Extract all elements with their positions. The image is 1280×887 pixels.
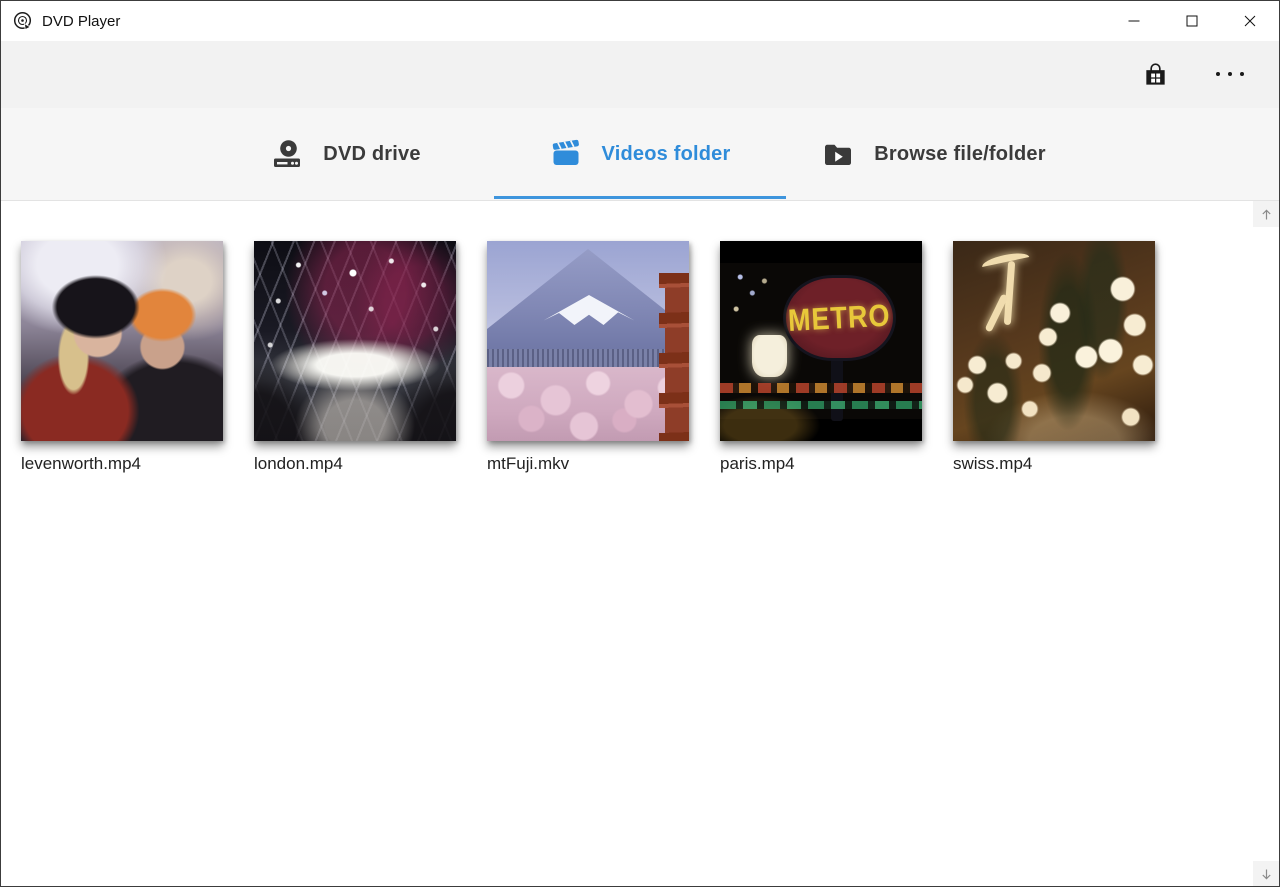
tab-label: Videos folder xyxy=(602,143,731,166)
video-thumbnail xyxy=(487,241,689,441)
light-rope-shape xyxy=(1003,261,1014,325)
light-rope-shape xyxy=(981,250,1030,267)
video-grid: levenworth.mp4 london.mp4 mtFuji.mkv xyxy=(1,201,1279,887)
ellipsis-icon xyxy=(1216,72,1244,76)
file-name: mtFuji.mkv xyxy=(487,454,689,474)
store-button[interactable] xyxy=(1131,50,1179,98)
app-window: DVD Player xyxy=(0,0,1280,887)
maximize-button[interactable] xyxy=(1163,1,1221,41)
command-bar xyxy=(1,41,1279,108)
neon-strip-shape xyxy=(720,401,922,409)
file-name: london.mp4 xyxy=(254,454,456,474)
dvd-drive-icon xyxy=(271,138,303,170)
window-title: DVD Player xyxy=(42,13,120,30)
arrow-up-icon xyxy=(1260,208,1273,221)
metro-sign-text: METRO xyxy=(787,298,891,339)
video-thumbnail: METRO xyxy=(720,241,922,441)
scroll-down-button[interactable] xyxy=(1253,861,1279,887)
video-tile-mtfuji[interactable]: mtFuji.mkv xyxy=(487,241,689,474)
window-controls xyxy=(1105,1,1279,41)
maximize-icon xyxy=(1186,15,1198,27)
close-button[interactable] xyxy=(1221,1,1279,41)
video-tile-swiss[interactable]: swiss.mp4 xyxy=(953,241,1155,474)
title-bar[interactable]: DVD Player xyxy=(1,1,1279,41)
active-tab-underline xyxy=(494,196,786,199)
folder-play-icon xyxy=(822,138,854,170)
video-tile-levenworth[interactable]: levenworth.mp4 xyxy=(21,241,223,474)
video-thumbnail xyxy=(254,241,456,441)
tab-label: DVD drive xyxy=(323,143,420,166)
video-tile-paris[interactable]: METRO paris.mp4 xyxy=(720,241,922,474)
file-name: paris.mp4 xyxy=(720,454,922,474)
clapperboard-icon xyxy=(550,138,582,170)
file-tiles-row: levenworth.mp4 london.mp4 mtFuji.mkv xyxy=(1,201,1279,474)
scroll-up-button[interactable] xyxy=(1253,201,1279,227)
video-thumbnail xyxy=(21,241,223,441)
tab-browse-file-folder[interactable]: Browse file/folder xyxy=(787,108,1081,200)
arrow-down-icon xyxy=(1260,868,1273,881)
minimize-icon xyxy=(1128,15,1140,27)
file-name: swiss.mp4 xyxy=(953,454,1155,474)
neon-strip-shape xyxy=(720,383,922,393)
tab-videos-folder[interactable]: Videos folder xyxy=(493,108,787,200)
dvd-disc-play-icon xyxy=(12,10,34,32)
lamp-shape xyxy=(752,335,786,377)
file-name: levenworth.mp4 xyxy=(21,454,223,474)
metro-sign-shape: METRO xyxy=(783,275,896,361)
source-tab-strip: DVD drive Videos folder xyxy=(1,108,1279,201)
pagoda-shape xyxy=(659,273,689,441)
tab-dvd-drive[interactable]: DVD drive xyxy=(199,108,493,200)
close-icon xyxy=(1244,15,1256,27)
video-tile-london[interactable]: london.mp4 xyxy=(254,241,456,474)
minimize-button[interactable] xyxy=(1105,1,1163,41)
video-thumbnail xyxy=(953,241,1155,441)
more-options-button[interactable] xyxy=(1206,50,1254,98)
store-bag-icon xyxy=(1142,61,1169,88)
tab-label: Browse file/folder xyxy=(874,143,1045,166)
